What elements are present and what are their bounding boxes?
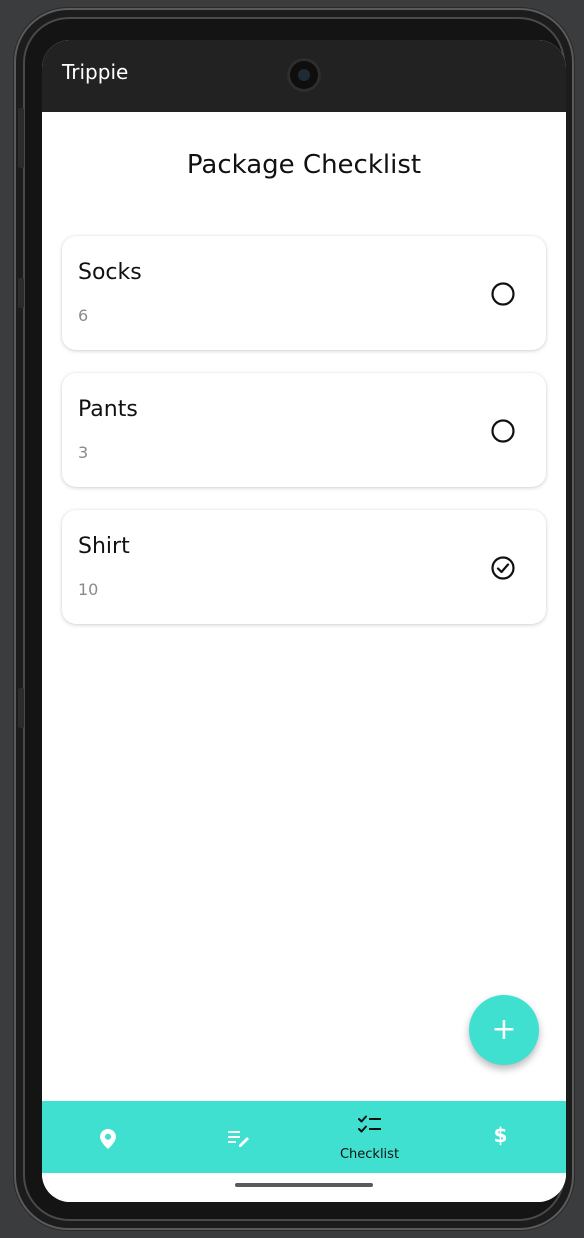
phone-screen: Trippie Package Checklist Socks 6 Pants … xyxy=(42,40,566,1202)
volume-button xyxy=(18,108,24,168)
item-name: Socks xyxy=(78,260,142,285)
checklist: Socks 6 Pants 3 Shirt 10 xyxy=(62,236,546,647)
nav-item-label: Checklist xyxy=(339,1147,400,1162)
app-title: Trippie xyxy=(62,60,129,84)
list-item[interactable]: Shirt 10 xyxy=(62,510,546,624)
plus-icon: + xyxy=(491,1012,517,1047)
home-gesture-bar[interactable] xyxy=(235,1183,373,1187)
dollar-icon: $ xyxy=(493,1123,508,1147)
item-name: Shirt xyxy=(78,534,130,559)
item-quantity: 6 xyxy=(78,306,89,325)
power-button xyxy=(18,278,24,308)
nav-item-checklist[interactable]: Checklist xyxy=(304,1101,435,1173)
add-item-button[interactable]: + xyxy=(469,995,539,1065)
nav-item-location[interactable] xyxy=(42,1101,173,1173)
item-quantity: 3 xyxy=(78,443,89,462)
checklist-icon xyxy=(357,1115,381,1133)
nav-item-expenses[interactable]: $ xyxy=(435,1101,566,1173)
location-pin-icon xyxy=(99,1129,116,1149)
list-item[interactable]: Pants 3 xyxy=(62,373,546,487)
item-name: Pants xyxy=(78,397,138,422)
list-item[interactable]: Socks 6 xyxy=(62,236,546,350)
edit-list-icon xyxy=(227,1131,249,1147)
checked-circle-icon[interactable] xyxy=(490,555,516,581)
page-title: Package Checklist xyxy=(186,150,422,180)
nav-item-edit[interactable] xyxy=(173,1101,304,1173)
gesture-area xyxy=(42,1173,566,1202)
bottom-navigation: Checklist $ xyxy=(42,1101,566,1173)
app-bar: Trippie xyxy=(42,40,566,112)
side-button xyxy=(18,688,24,728)
unchecked-circle-icon[interactable] xyxy=(490,418,516,444)
front-camera xyxy=(287,58,321,92)
unchecked-circle-icon[interactable] xyxy=(490,281,516,307)
item-quantity: 10 xyxy=(78,580,99,599)
